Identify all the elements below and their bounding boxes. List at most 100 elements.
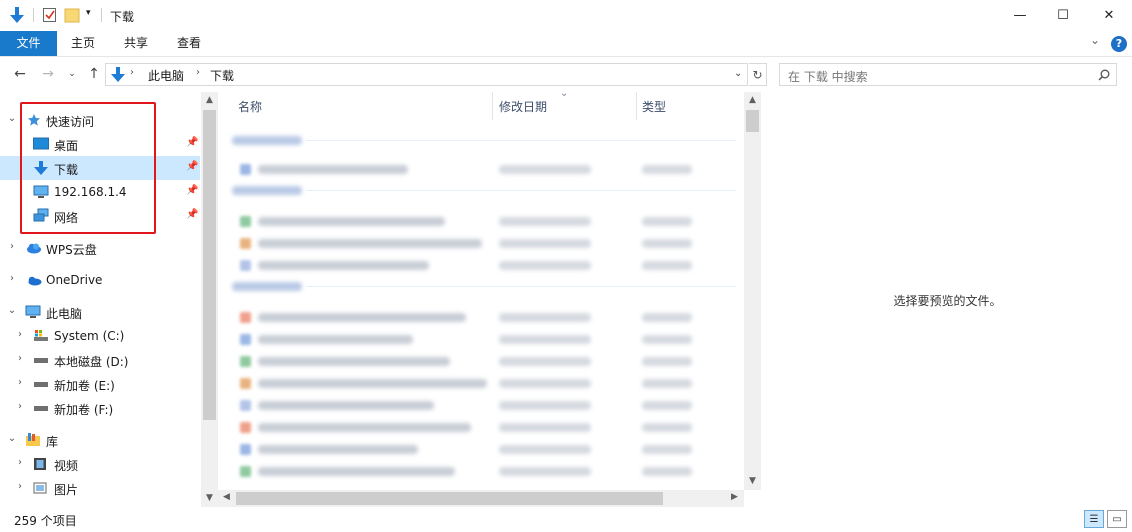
nav-pane-scrollbar[interactable]: ▲ ▼ [201,92,218,507]
breadcrumb-separator: › [130,67,134,78]
sort-indicator-icon: ⌄ [560,92,569,99]
scrollbar-thumb[interactable] [203,110,216,420]
file-date-redacted [499,357,591,366]
collapsed-chevron-icon[interactable]: › [6,241,18,252]
nav-libraries[interactable]: ⌄ 库 [0,428,200,452]
scrollbar-thumb[interactable] [746,110,759,132]
collapsed-chevron-icon[interactable]: › [14,377,26,388]
column-header-date-modified[interactable]: 修改日期 [499,98,547,115]
breadcrumb-this-pc[interactable]: 此电脑 [148,67,184,84]
properties-icon[interactable] [42,6,58,24]
file-date-redacted [499,379,591,388]
pin-icon[interactable]: 📌 [186,137,198,148]
file-name-redacted [258,239,482,248]
forward-button[interactable]: → [38,64,58,84]
group-divider [306,190,736,191]
pin-icon[interactable]: 📌 [186,209,198,220]
nav-wps-cloud[interactable]: › WPS云盘 [0,236,200,260]
column-header-name[interactable]: 名称 [238,98,262,115]
scroll-up-arrow-icon[interactable]: ▲ [744,95,761,105]
group-divider [306,140,736,141]
file-type-redacted [642,445,692,454]
search-input[interactable]: 在 下载 中搜索 [779,63,1117,86]
collapsed-chevron-icon[interactable]: › [6,273,18,284]
file-type-redacted [642,379,692,388]
collapsed-chevron-icon[interactable]: › [14,401,26,412]
help-icon[interactable]: ? [1111,36,1127,52]
pin-icon[interactable]: 📌 [186,161,198,172]
download-folder-icon [111,67,125,82]
file-type-redacted [642,165,692,174]
expand-ribbon-icon[interactable]: ⌄ [1090,33,1100,47]
nav-pictures[interactable]: › 图片 [0,476,200,500]
scroll-left-arrow-icon[interactable]: ◀ [218,492,235,502]
expanded-chevron-icon[interactable]: ⌄ [6,305,18,316]
nav-this-pc[interactable]: ⌄ 此电脑 [0,300,200,324]
nav-label: OneDrive [46,273,103,287]
collapsed-chevron-icon[interactable]: › [14,481,26,492]
file-date-redacted [499,401,591,410]
back-button[interactable]: ← [10,64,30,84]
tab-home[interactable]: 主页 [62,31,104,56]
file-name-redacted [258,379,487,388]
group-header[interactable] [232,282,302,291]
scroll-down-arrow-icon[interactable]: ▼ [201,493,218,503]
nav-onedrive[interactable]: › OneDrive [0,268,200,292]
scrollbar-thumb[interactable] [236,492,663,505]
collapsed-chevron-icon[interactable]: › [14,457,26,468]
column-divider[interactable] [636,92,637,120]
nav-label: System (C:) [54,329,125,343]
search-icon[interactable] [1098,69,1110,81]
maximize-button[interactable]: ☐ [1040,0,1086,31]
nav-drive-e[interactable]: › 新加卷 (E:) [0,372,200,396]
up-button[interactable]: ↑ [84,64,104,84]
address-row: ← → ⌄ ↑ › 此电脑 › 下载 ⌄ ↻ 在 下载 中搜索 [0,61,1132,89]
close-button[interactable]: ✕ [1086,0,1132,31]
drive-icon [34,358,48,363]
window-title: 下载 [110,10,135,24]
breadcrumb-downloads[interactable]: 下载 [210,67,234,84]
pin-icon[interactable]: 📌 [186,185,198,196]
details-view-button[interactable]: ☰ [1084,510,1104,528]
recent-locations-button[interactable]: ⌄ [62,64,82,84]
item-count: 259 个项目 [14,514,77,528]
new-folder-icon[interactable] [64,6,80,24]
nav-drive-f[interactable]: › 新加卷 (F:) [0,396,200,420]
nav-drive-c[interactable]: › System (C:) [0,324,200,348]
file-icon [240,216,251,227]
column-header-type[interactable]: 类型 [642,98,666,115]
group-header[interactable] [232,136,302,145]
refresh-button[interactable]: ↻ [749,63,767,86]
expanded-chevron-icon[interactable]: ⌄ [6,113,18,124]
customize-quick-access-icon[interactable]: ▾ [86,8,91,18]
large-icons-view-button[interactable]: ▭ [1107,510,1127,528]
annotation-highlight-box [20,102,156,234]
collapsed-chevron-icon[interactable]: › [14,329,26,340]
file-type-redacted [642,239,692,248]
scroll-up-arrow-icon[interactable]: ▲ [201,95,218,105]
file-date-redacted [499,165,591,174]
scroll-right-arrow-icon[interactable]: ▶ [726,492,743,502]
tab-file[interactable]: 文件 [0,31,57,56]
download-folder-icon [10,7,24,23]
nav-label: 库 [46,435,59,449]
address-history-dropdown[interactable]: ⌄ [734,68,742,79]
horizontal-scrollbar[interactable]: ◀ ▶ [218,490,744,507]
scroll-down-arrow-icon[interactable]: ▼ [744,476,761,486]
collapsed-chevron-icon[interactable]: › [14,353,26,364]
file-type-redacted [642,401,692,410]
tab-share[interactable]: 共享 [115,31,157,56]
tab-view[interactable]: 查看 [168,31,210,56]
search-placeholder: 在 下载 中搜索 [788,70,868,84]
group-header[interactable] [232,186,302,195]
expanded-chevron-icon[interactable]: ⌄ [6,433,18,444]
file-list-scrollbar[interactable]: ▲ ▼ [744,92,761,490]
minimize-button[interactable]: — [997,0,1043,31]
nav-label: 新加卷 (E:) [54,379,115,393]
address-bar[interactable]: › 此电脑 › 下载 ⌄ [105,63,748,86]
column-divider[interactable] [492,92,493,120]
file-name-redacted [258,165,408,174]
file-type-redacted [642,357,692,366]
nav-videos[interactable]: › 视频 [0,452,200,476]
nav-drive-d[interactable]: › 本地磁盘 (D:) [0,348,200,372]
